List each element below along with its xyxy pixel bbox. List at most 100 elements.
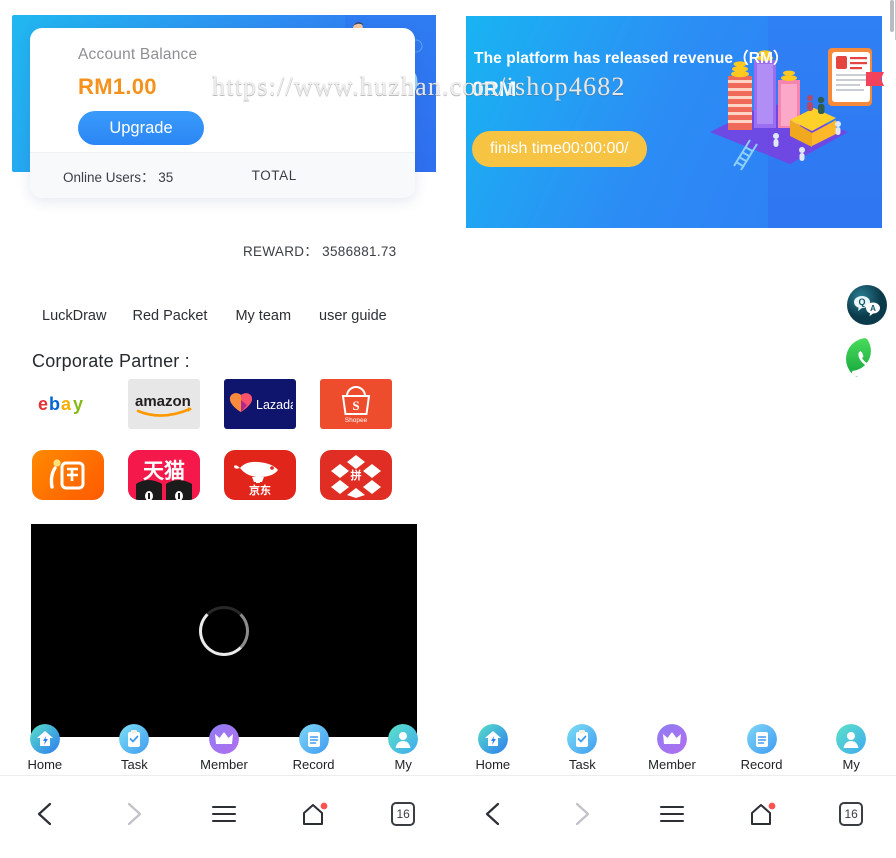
partner-logo-taobao[interactable] [32, 450, 104, 500]
tab-my[interactable]: My [806, 724, 896, 772]
tab-task[interactable]: Task [538, 724, 628, 772]
hamburger-menu-icon [211, 805, 237, 823]
svg-text:b: b [49, 394, 60, 414]
bottom-tabbar-left: Home Task Member Record My [0, 724, 448, 776]
svg-text:Q: Q [858, 297, 865, 307]
tab-member[interactable]: Member [179, 724, 269, 772]
reward-label: REWARD： [243, 244, 319, 259]
browser-menu-button[interactable] [627, 804, 717, 824]
tab-home[interactable]: Home [0, 724, 90, 772]
left-phone-screen: Account Balance RM1.00 Upgrade Online Us… [0, 0, 448, 858]
partner-logo-pinduoduo[interactable]: 拼 [320, 450, 392, 500]
tab-record[interactable]: Record [717, 724, 807, 772]
reward-value: 3586881.73 [322, 244, 397, 259]
svg-text:y: y [73, 394, 83, 414]
person-icon [836, 724, 867, 754]
tab-my-label: My [842, 757, 860, 772]
platform-revenue-title: The platform has released revenue（RM） [474, 50, 789, 67]
clipboard-check-icon [119, 724, 150, 754]
home-icon [29, 724, 60, 754]
list-note-icon [298, 724, 329, 754]
forward-arrow-icon [128, 802, 142, 826]
online-users-label: Online Users： [63, 169, 155, 185]
partner-logo-shopee[interactable]: S Shopee [320, 379, 392, 429]
browser-back-button[interactable] [0, 801, 90, 827]
back-arrow-icon [485, 802, 499, 826]
svg-text:a: a [61, 394, 72, 414]
tab-task-label: Task [569, 757, 596, 772]
svg-text:A: A [870, 304, 876, 313]
online-users-stat: Online Users： 35 [30, 166, 246, 186]
browser-tab-count-button[interactable]: 16 [806, 802, 896, 826]
quick-links-row: LuckDraw Red Packet My team user guide [0, 308, 448, 324]
upgrade-button[interactable]: Upgrade [78, 111, 204, 145]
video-player[interactable] [31, 524, 417, 737]
browser-forward-button[interactable] [90, 801, 180, 827]
quick-link-my-team[interactable]: My team [235, 308, 291, 324]
svg-text:京东: 京东 [249, 483, 271, 496]
loading-spinner-icon [199, 605, 249, 656]
back-arrow-icon [37, 802, 51, 826]
total-label: TOTAL [251, 168, 297, 183]
browser-forward-button[interactable] [538, 801, 628, 827]
forward-arrow-icon [576, 802, 590, 826]
home-outline-icon [750, 802, 775, 825]
tab-home-label: Home [475, 757, 511, 772]
tab-task-label: Task [121, 757, 148, 772]
browser-menu-button[interactable] [179, 804, 269, 824]
balance-card-footer: Online Users： 35 TOTAL [30, 152, 415, 198]
platform-revenue-amount: 0RM [472, 78, 517, 101]
partner-logo-amazon[interactable]: amazon [128, 379, 200, 429]
tab-member-label: Member [648, 757, 696, 772]
crown-icon [208, 724, 239, 754]
quick-link-user-guide[interactable]: user guide [319, 308, 387, 324]
quick-link-red-packet[interactable]: Red Packet [132, 308, 207, 324]
tab-my-label: My [394, 757, 412, 772]
svg-text:Lazada: Lazada [256, 398, 293, 412]
hamburger-menu-icon [659, 805, 685, 823]
crown-icon [656, 724, 687, 754]
quick-link-luckdraw[interactable]: LuckDraw [42, 308, 106, 324]
page-scrollbar[interactable] [890, 0, 894, 32]
partner-logo-jd[interactable]: 京东 [224, 450, 296, 500]
browser-back-button[interactable] [448, 801, 538, 827]
tab-member-label: Member [200, 757, 248, 772]
svg-text:e: e [38, 394, 48, 414]
home-outline-icon [302, 802, 327, 825]
right-phone-screen: The platform has released revenue（RM） 0R… [448, 0, 896, 858]
tab-my[interactable]: My [358, 724, 448, 772]
partner-logo-ebay[interactable]: e b a y [32, 379, 104, 429]
browser-navbar-right: 16 [448, 788, 896, 840]
dual-phone-screenshot: Account Balance RM1.00 Upgrade Online Us… [0, 0, 896, 858]
tab-home[interactable]: Home [448, 724, 538, 772]
tab-record-label: Record [292, 757, 335, 772]
account-balance-card: Account Balance RM1.00 Upgrade Online Us… [30, 28, 415, 198]
browser-home-button[interactable] [717, 801, 807, 827]
online-users-value: 35 [158, 169, 174, 185]
tab-record-label: Record [740, 757, 783, 772]
tab-record[interactable]: Record [269, 724, 359, 772]
account-balance-amount: RM1.00 [78, 74, 157, 99]
person-icon [388, 724, 419, 754]
finish-time-pill[interactable]: finish time00:00:00/ [472, 131, 647, 167]
tab-count-badge: 16 [839, 802, 864, 826]
bottom-tabbar-right: Home Task Member Record My [448, 724, 896, 776]
reward-line: REWARD： 3586881.73 [243, 240, 397, 260]
whatsapp-icon[interactable] [846, 338, 888, 380]
tab-task[interactable]: Task [90, 724, 180, 772]
tab-home-label: Home [27, 757, 63, 772]
svg-text:amazon: amazon [135, 393, 191, 410]
svg-text:拼: 拼 [351, 468, 362, 482]
balance-card-body: Account Balance RM1.00 Upgrade [30, 28, 415, 152]
floating-action-column: Q A [846, 284, 888, 392]
partner-logo-lazada[interactable]: Lazada [224, 379, 296, 429]
tab-member[interactable]: Member [627, 724, 717, 772]
browser-home-button[interactable] [269, 801, 359, 827]
svg-text:天猫: 天猫 [143, 460, 185, 483]
list-note-icon [746, 724, 777, 754]
clipboard-check-icon [567, 724, 598, 754]
qa-support-icon[interactable]: Q A [846, 284, 888, 326]
browser-tab-count-button[interactable]: 16 [358, 802, 448, 826]
home-icon [477, 724, 508, 754]
partner-logo-tmall[interactable]: 天猫 [128, 450, 200, 500]
